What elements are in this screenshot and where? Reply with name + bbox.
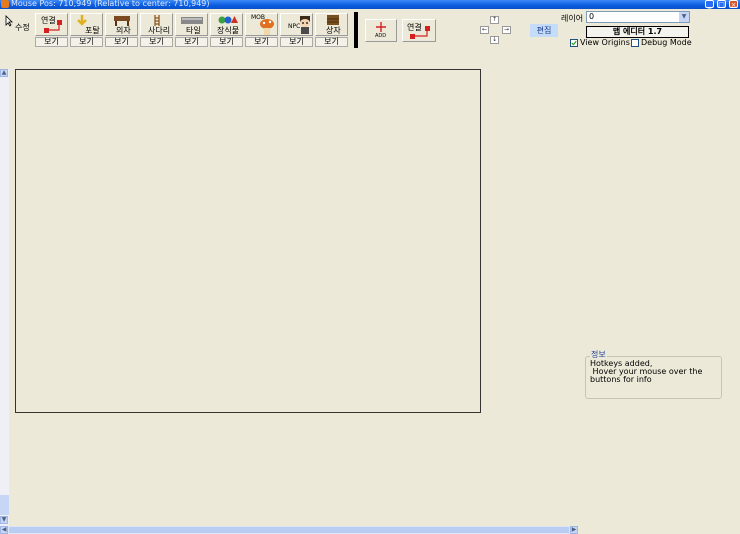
tile-tool-button[interactable]: 타일 [175, 13, 208, 36]
decoration-tool-label: 장식물 [217, 26, 240, 35]
portal-tool-label: 포탈 [85, 26, 100, 35]
mob-tool-button[interactable]: MOB [245, 13, 278, 36]
plus-icon [376, 22, 386, 32]
layer-select-value: 0 [589, 12, 595, 21]
check-icon [571, 40, 577, 46]
portal-tool-button[interactable]: 포탈 [70, 13, 103, 36]
debug-mode-checkbox[interactable] [631, 39, 639, 47]
chair-view-button[interactable]: 보기 [105, 37, 138, 47]
box-icon [327, 15, 339, 25]
app-icon [1, 0, 9, 8]
edit-toggle-button[interactable]: 편집 [530, 24, 558, 37]
nav-right-button[interactable]: → [502, 26, 511, 34]
mob-icon [260, 19, 274, 35]
nav-up-button[interactable]: ↑ [490, 16, 499, 24]
toolbar-separator [354, 12, 358, 48]
connect-view-button[interactable]: 보기 [35, 37, 68, 47]
portal-view-button[interactable]: 보기 [70, 37, 103, 47]
layer-label: 레이어 [561, 14, 584, 23]
view-origins-checkbox[interactable] [570, 39, 578, 47]
decoration-tool-button[interactable]: 장식물 [210, 13, 243, 36]
box-view-button[interactable]: 보기 [315, 37, 348, 47]
layer-select[interactable]: 0 ▼ [586, 11, 690, 23]
minimize-button[interactable]: _ [705, 0, 714, 9]
mob-view-button[interactable]: 보기 [245, 37, 278, 47]
pointer-icon [5, 15, 13, 27]
add-button[interactable]: ADD [365, 19, 397, 42]
decoration-view-button[interactable]: 보기 [210, 37, 243, 47]
nav-down-button[interactable]: ↓ [490, 36, 499, 44]
debug-mode-label: Debug Mode [641, 38, 692, 47]
connect2-icon [410, 26, 430, 39]
chair-tool-button[interactable]: 의자 [105, 13, 138, 36]
box-tool-button[interactable]: 상자 [315, 13, 348, 36]
maximize-button[interactable]: □ [717, 0, 726, 9]
scroll-right-arrow[interactable]: ▶ [570, 526, 578, 534]
close-button[interactable]: × [729, 0, 738, 9]
ladder-tool-button[interactable]: 사다리 [140, 13, 173, 36]
tile-icon [181, 17, 203, 24]
title-bar: Mouse Pos: 710,949 (Relative to center: … [0, 0, 740, 9]
scroll-down-arrow[interactable]: ▼ [0, 516, 8, 524]
scroll-up-arrow[interactable]: ▲ [0, 69, 8, 77]
edit-tool-button[interactable]: 수정 [3, 14, 33, 34]
window-title: Mouse Pos: 710,949 (Relative to center: … [11, 0, 210, 8]
box-tool-label: 상자 [326, 26, 341, 35]
map-editor-button[interactable]: 맵 에디터 1.7 [586, 26, 689, 38]
info-text: Hotkeys added, Hover your mouse over the… [590, 359, 703, 384]
connect-icon [44, 20, 62, 33]
scroll-thumb-vertical[interactable] [0, 495, 9, 515]
ladder-tool-label: 사다리 [148, 26, 171, 35]
map-canvas[interactable] [15, 69, 481, 413]
horizontal-scrollbar[interactable]: ◀ ▶ [0, 526, 578, 534]
ladder-view-button[interactable]: 보기 [140, 37, 173, 47]
decoration-icon [218, 16, 238, 24]
add-label: ADD [375, 33, 387, 39]
view-origins-label: View Origins [580, 38, 630, 47]
chevron-down-icon[interactable]: ▼ [679, 12, 689, 22]
scroll-left-arrow[interactable]: ◀ [0, 526, 8, 534]
connect2-button[interactable]: 연결 [402, 19, 436, 42]
edit-tool-label: 수정 [15, 23, 30, 32]
tile-view-button[interactable]: 보기 [175, 37, 208, 47]
connect-tool-button[interactable]: 연결 [35, 13, 68, 36]
npc-tool-button[interactable]: NPC [280, 13, 313, 36]
vertical-scrollbar[interactable]: ▲ ▼ [0, 69, 9, 526]
npc-view-button[interactable]: 보기 [280, 37, 313, 47]
chair-tool-label: 의자 [116, 26, 131, 35]
scroll-thumb-horizontal[interactable] [9, 527, 569, 533]
nav-left-button[interactable]: ← [480, 26, 489, 34]
npc-icon [300, 16, 310, 34]
tile-tool-label: 타일 [186, 26, 201, 35]
